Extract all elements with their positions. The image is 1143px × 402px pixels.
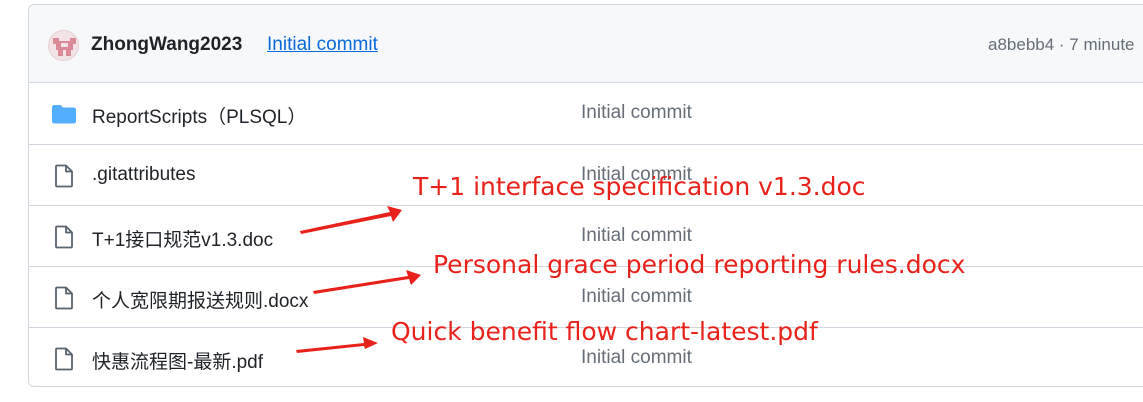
- commit-author-link[interactable]: ZhongWang2023: [91, 34, 242, 56]
- file-row-commit-message[interactable]: Initial commit: [581, 225, 692, 247]
- folder-icon: [51, 102, 77, 126]
- commit-message-link[interactable]: Initial commit: [267, 34, 378, 56]
- file-row-name[interactable]: .gitattributes: [92, 164, 196, 186]
- annotation-label-flow-chart: Quick benefit flow chart-latest.pdf: [391, 317, 818, 346]
- avatar[interactable]: [48, 30, 79, 61]
- latest-commit-header: ZhongWang2023 Initial commit a8bebb4 · 7…: [29, 5, 1143, 83]
- file-row-commit-message[interactable]: Initial commit: [581, 102, 692, 124]
- file-icon: [51, 286, 77, 310]
- file-icon: [51, 164, 77, 188]
- annotation-label-grace-period: Personal grace period reporting rules.do…: [433, 250, 966, 279]
- annotation-label-t1: T+1 interface specification v1.3.doc: [413, 172, 866, 201]
- file-row-name[interactable]: ReportScripts（PLSQL）: [92, 102, 306, 129]
- file-row-commit-message[interactable]: Initial commit: [581, 347, 692, 369]
- file-row-commit-message[interactable]: Initial commit: [581, 286, 692, 308]
- avatar-identicon-icon: [53, 38, 76, 56]
- file-icon: [51, 225, 77, 249]
- commit-hash-and-time[interactable]: a8bebb4 · 7 minute: [988, 35, 1135, 55]
- file-row-name[interactable]: 个人宽限期报送规则.docx: [92, 286, 308, 313]
- file-row-name[interactable]: T+1接口规范v1.3.doc: [92, 225, 273, 252]
- file-icon: [51, 347, 77, 371]
- file-row-reportscripts[interactable]: ReportScripts（PLSQL） Initial commit: [29, 83, 1143, 144]
- file-row-name[interactable]: 快惠流程图-最新.pdf: [92, 347, 263, 374]
